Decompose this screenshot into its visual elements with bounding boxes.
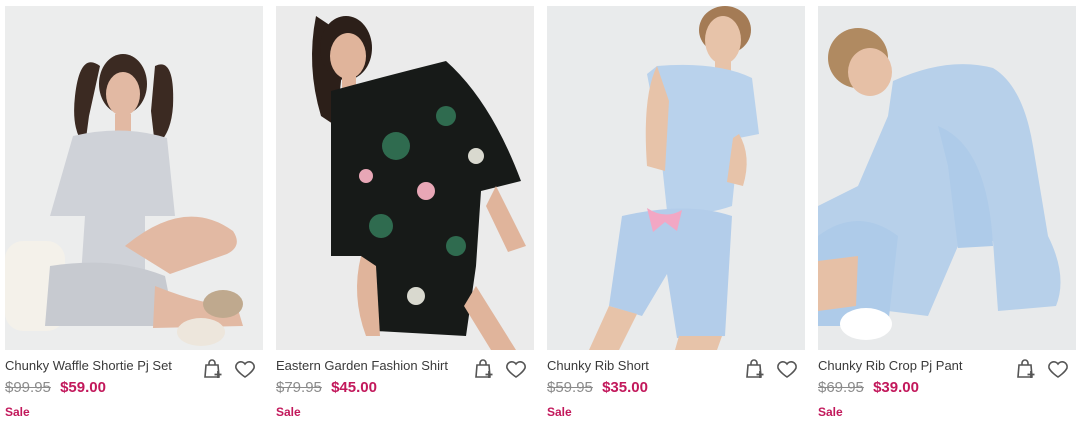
- heart-icon[interactable]: [233, 357, 257, 381]
- card-actions: [1014, 357, 1070, 381]
- product-image[interactable]: [818, 6, 1076, 350]
- price-block: $79.95 $45.00: [276, 379, 377, 396]
- heart-icon[interactable]: [1046, 357, 1070, 381]
- original-price: $59.95: [547, 379, 593, 396]
- product-info: Chunky Waffle Shortie Pj Set $99.95 $59.…: [5, 350, 263, 422]
- sale-badge: Sale: [5, 405, 30, 419]
- product-info: Chunky Rib Short $59.95 $35.00 Sale: [547, 350, 805, 422]
- price-block: $59.95 $35.00: [547, 379, 648, 396]
- original-price: $79.95: [276, 379, 322, 396]
- sale-price: $39.00: [873, 379, 919, 396]
- bag-plus-icon[interactable]: [1014, 357, 1038, 381]
- card-actions: [472, 357, 528, 381]
- product-grid: Chunky Waffle Shortie Pj Set $99.95 $59.…: [0, 0, 1080, 422]
- bag-plus-icon[interactable]: [743, 357, 767, 381]
- heart-icon[interactable]: [775, 357, 799, 381]
- product-image[interactable]: [276, 6, 534, 350]
- product-card[interactable]: Chunky Rib Crop Pj Pant $69.95 $39.00 Sa…: [818, 6, 1076, 422]
- price-block: $99.95 $59.00: [5, 379, 106, 396]
- sale-price: $35.00: [602, 379, 648, 396]
- product-name[interactable]: Chunky Waffle Shortie Pj Set: [5, 358, 172, 373]
- sale-badge: Sale: [276, 405, 301, 419]
- original-price: $99.95: [5, 379, 51, 396]
- sale-badge: Sale: [547, 405, 572, 419]
- original-price: $69.95: [818, 379, 864, 396]
- card-actions: [743, 357, 799, 381]
- product-image[interactable]: [5, 6, 263, 350]
- sale-price: $59.00: [60, 379, 106, 396]
- bag-plus-icon[interactable]: [472, 357, 496, 381]
- product-card[interactable]: Eastern Garden Fashion Shirt $79.95 $45.…: [276, 6, 534, 422]
- sale-badge: Sale: [818, 405, 843, 419]
- product-name[interactable]: Chunky Rib Short: [547, 358, 649, 373]
- heart-icon[interactable]: [504, 357, 528, 381]
- product-card[interactable]: Chunky Waffle Shortie Pj Set $99.95 $59.…: [5, 6, 263, 422]
- product-card[interactable]: Chunky Rib Short $59.95 $35.00 Sale: [547, 6, 805, 422]
- price-block: $69.95 $39.00: [818, 379, 919, 396]
- product-info: Eastern Garden Fashion Shirt $79.95 $45.…: [276, 350, 534, 422]
- sale-price: $45.00: [331, 379, 377, 396]
- product-info: Chunky Rib Crop Pj Pant $69.95 $39.00 Sa…: [818, 350, 1076, 422]
- product-image[interactable]: [547, 6, 805, 350]
- product-name[interactable]: Eastern Garden Fashion Shirt: [276, 358, 448, 373]
- card-actions: [201, 357, 257, 381]
- product-name[interactable]: Chunky Rib Crop Pj Pant: [818, 358, 963, 373]
- bag-plus-icon[interactable]: [201, 357, 225, 381]
